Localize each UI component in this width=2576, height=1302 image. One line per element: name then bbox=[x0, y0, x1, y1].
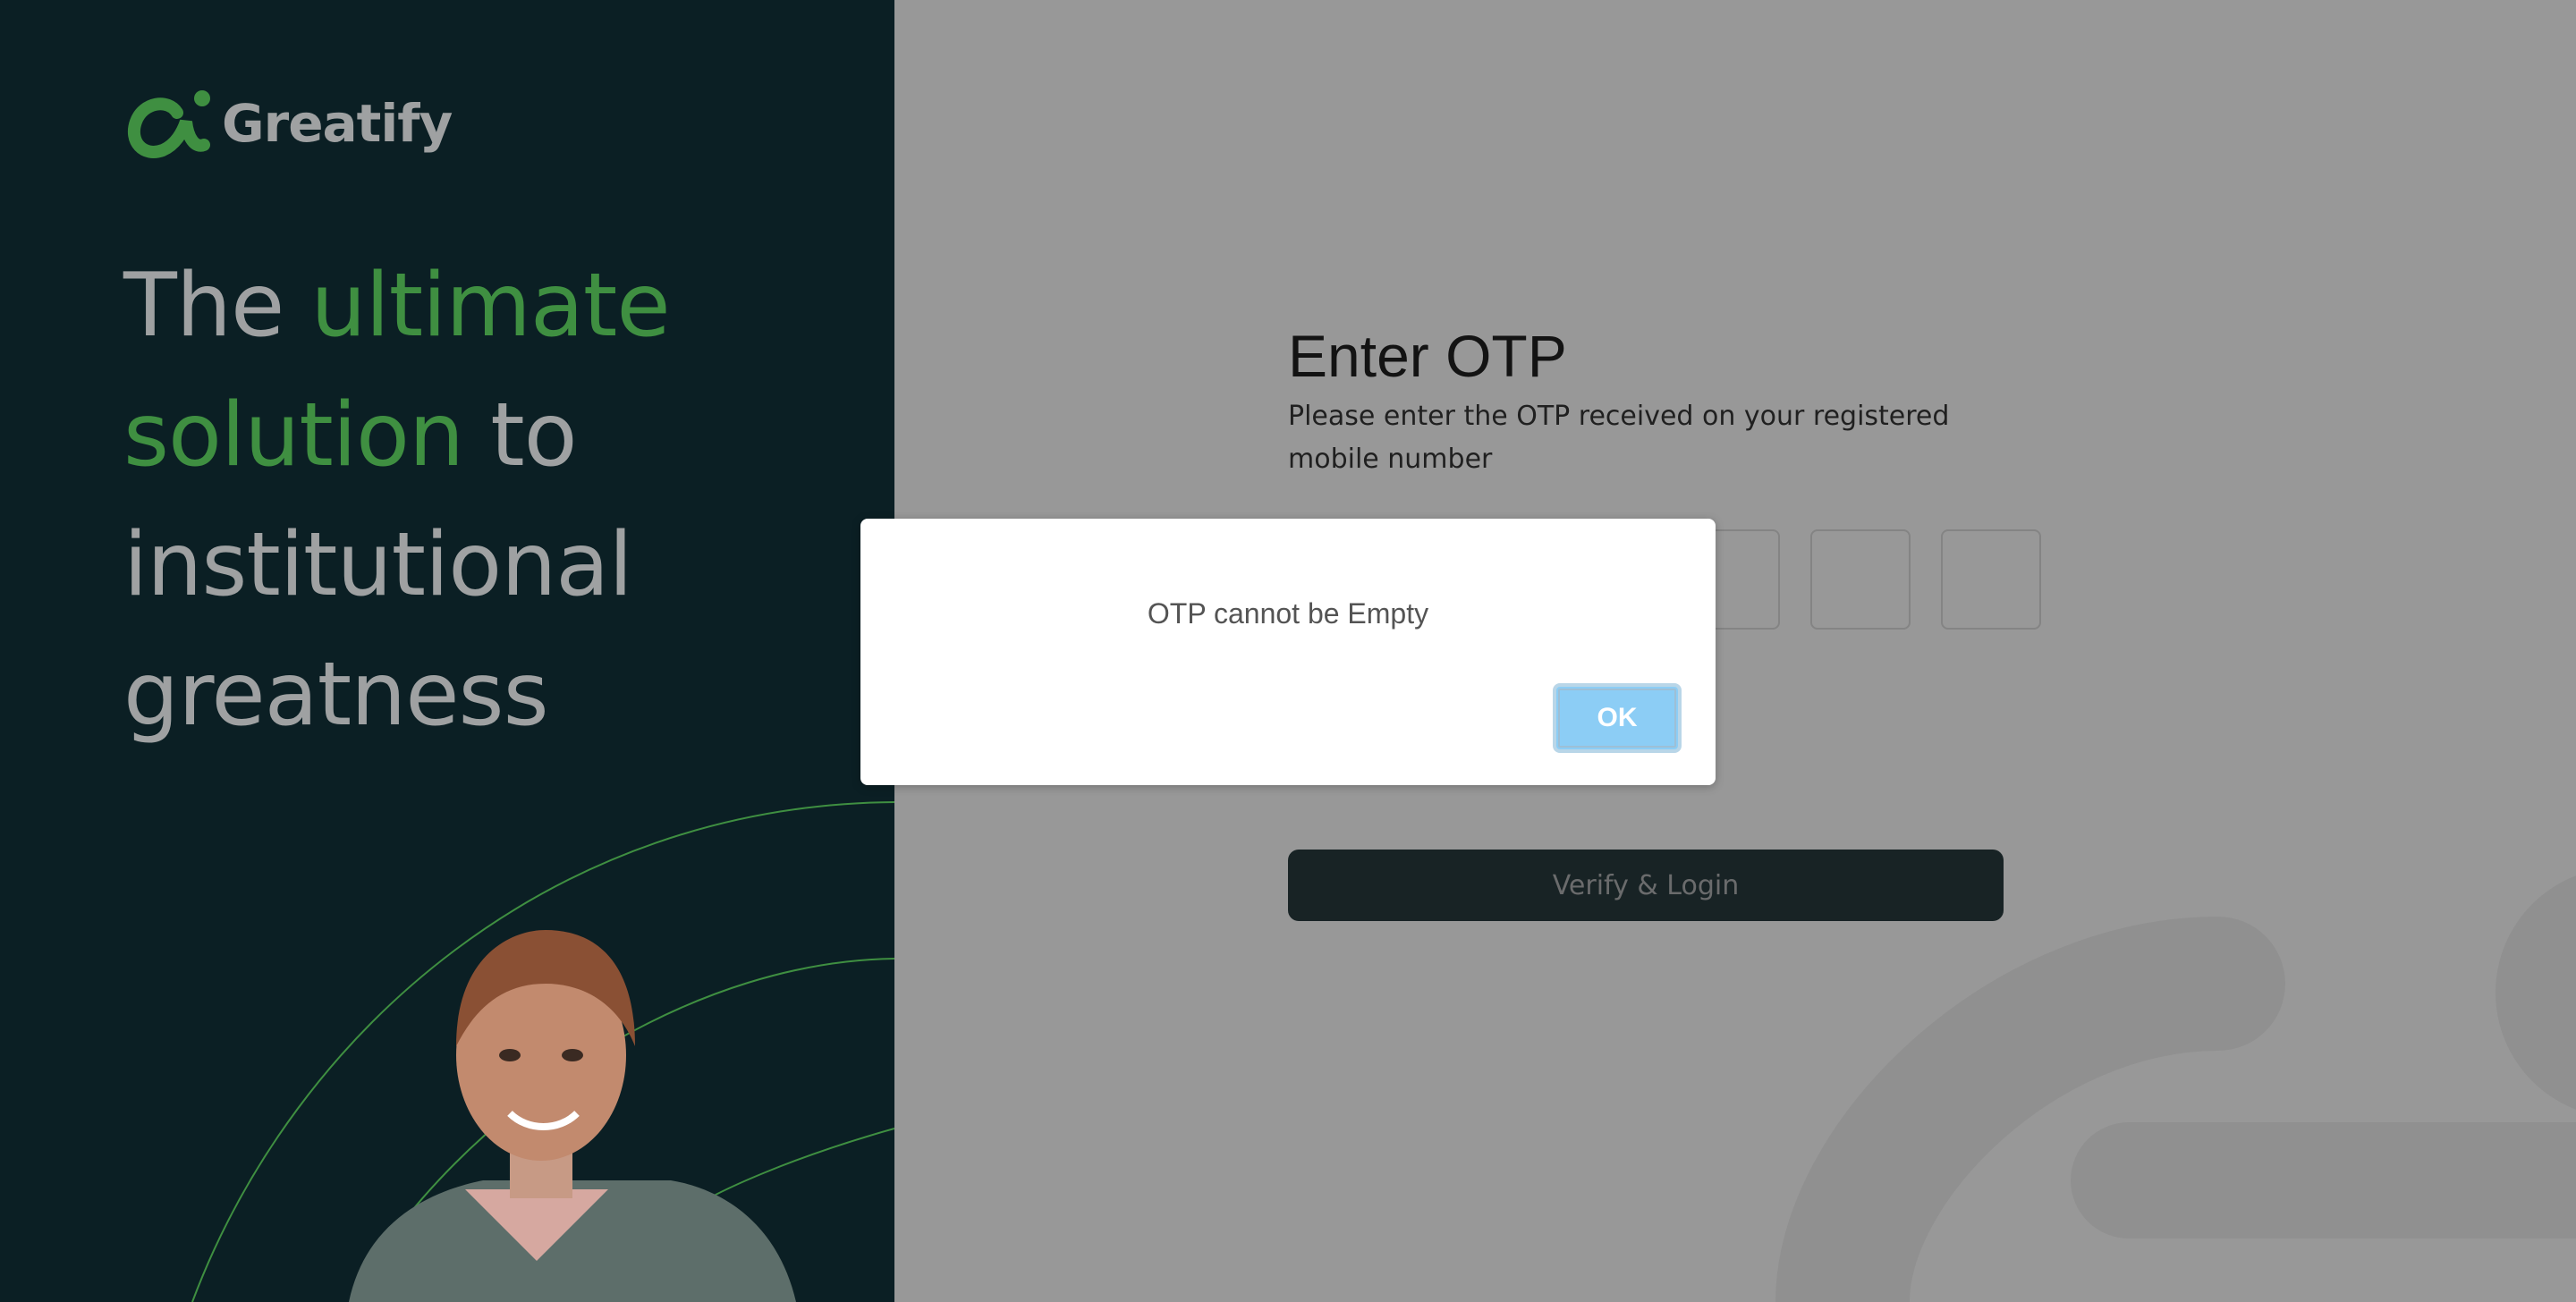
hero-headline: The ultimate solution to institutional g… bbox=[123, 241, 857, 760]
greatify-logo-icon bbox=[128, 90, 210, 158]
headline-word: institutional bbox=[123, 514, 633, 616]
headline-accent-word: solution bbox=[123, 385, 464, 486]
ok-button[interactable]: OK bbox=[1553, 683, 1682, 753]
headline-accent-word: ultimate bbox=[310, 255, 670, 357]
hero-panel: Greatify The ultimate solution to instit… bbox=[0, 0, 894, 1302]
brand-name: Greatify bbox=[222, 93, 453, 154]
alert-dialog: OTP cannot be Empty OK bbox=[860, 519, 1716, 785]
person-photo bbox=[349, 930, 796, 1302]
brand-logo: Greatify bbox=[123, 86, 453, 161]
headline-word: greatness bbox=[123, 644, 549, 746]
headline-word: The bbox=[123, 255, 311, 357]
headline-word: to bbox=[463, 385, 577, 486]
alert-message: OTP cannot be Empty bbox=[1147, 597, 1429, 630]
